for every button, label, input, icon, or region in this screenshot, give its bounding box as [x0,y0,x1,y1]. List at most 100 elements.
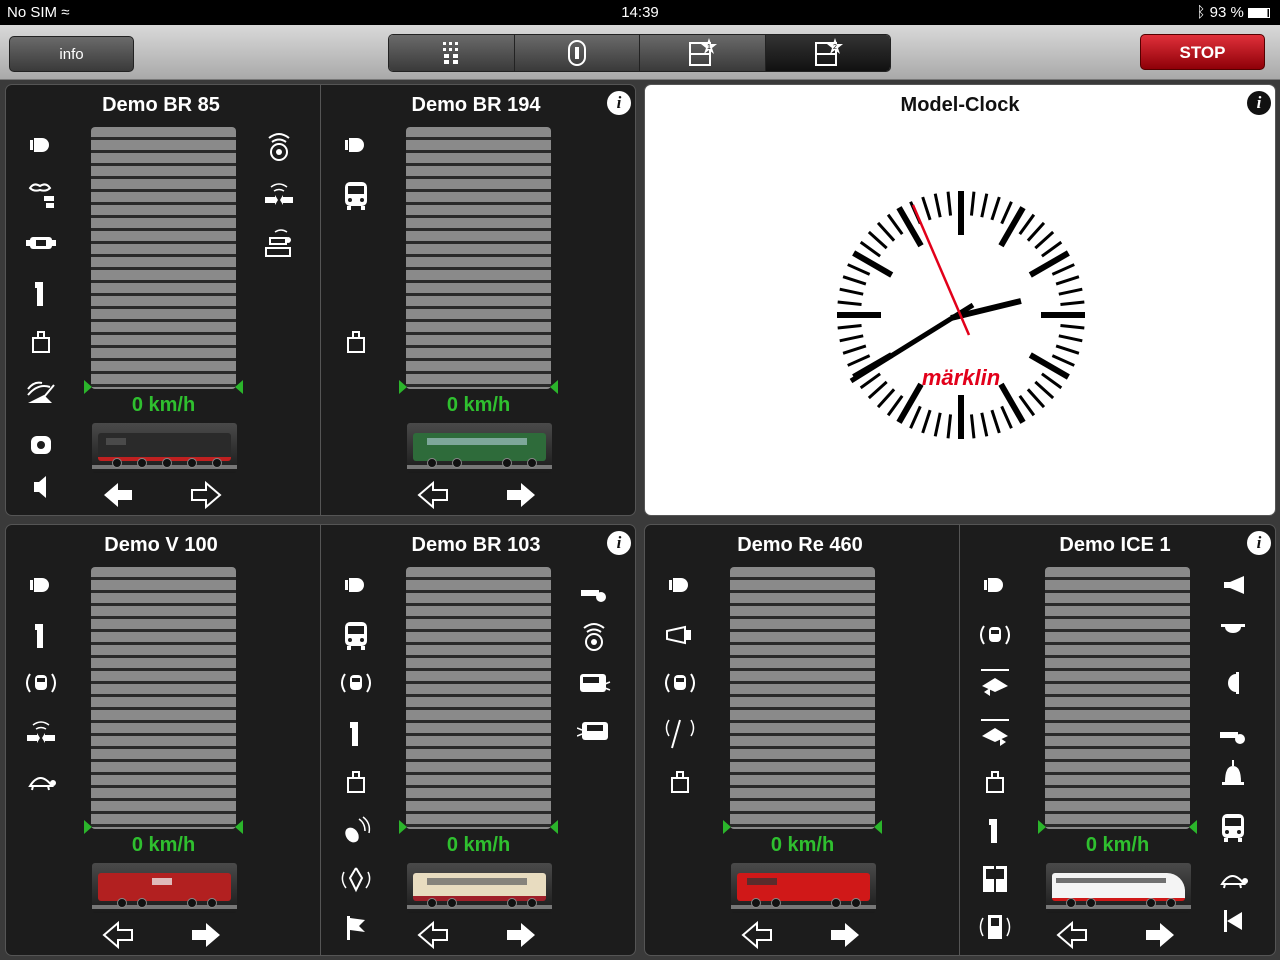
shunting-turtle-icon[interactable] [21,763,61,799]
weight-function-icon[interactable] [21,323,61,359]
loco-image[interactable] [92,863,237,913]
speed-readout: 0 km/h [1085,834,1150,856]
speed-slider[interactable] [91,127,236,389]
layout-2-view-button[interactable]: 2 [765,35,890,71]
direction-left-arrow-icon[interactable] [741,920,775,950]
weight-function-icon[interactable] [975,763,1015,799]
cab-interior-light-icon[interactable] [574,665,614,701]
speed-slider[interactable] [1045,567,1190,829]
toolbar: info 1 2 STOP [0,25,1280,80]
weight-function-icon[interactable] [336,763,376,799]
loco-image[interactable] [731,863,876,913]
direction-left-arrow-icon[interactable] [417,480,451,510]
cab-light-function-icon[interactable] [21,275,61,311]
keyboard-view-button[interactable] [389,35,515,71]
loco-window [1056,878,1166,883]
speed-min-marker [84,380,92,394]
pantograph-function-icon[interactable] [336,861,376,897]
panel-info-icon[interactable]: i [607,91,631,115]
direction-left-arrow-icon[interactable] [102,480,136,510]
cab-light-function-icon[interactable] [336,715,376,751]
direction-right-arrow-icon[interactable] [188,480,222,510]
radio-sound-function-icon[interactable] [574,617,614,653]
panel-info-icon[interactable]: i [1247,531,1271,555]
panel-info-icon[interactable]: i [1247,91,1271,115]
layout-1-view-button[interactable]: 1 [640,35,766,71]
light-function-icon[interactable] [660,567,700,603]
coupling-radio-function-icon[interactable] [21,715,61,751]
door-function-icon[interactable] [975,861,1015,897]
radio-sound-function-icon[interactable] [259,127,299,163]
side-light-function-icon[interactable] [1213,665,1253,701]
light-function-icon[interactable] [336,127,376,163]
weight-function-icon[interactable] [660,763,700,799]
speaker-function-icon[interactable] [21,469,61,505]
sound-function-icon[interactable] [21,427,61,463]
panel-info-icon[interactable]: i [607,531,631,555]
direction-right-arrow-icon[interactable] [503,480,537,510]
direction-left-arrow-icon[interactable] [1056,920,1090,950]
direction-left-arrow-icon[interactable] [102,920,136,950]
cab-light-function-icon[interactable] [975,812,1015,848]
train-front-function-icon[interactable] [336,177,376,213]
smoke-function-icon[interactable] [21,177,61,213]
minute-tick [1055,344,1080,355]
radio-train-function-icon[interactable] [336,665,376,701]
direction-right-arrow-icon[interactable] [827,920,861,950]
wheel [207,898,217,908]
speed-slider[interactable] [730,567,875,829]
cab-light-2-icon[interactable] [574,711,614,747]
direction-right-arrow-icon[interactable] [503,920,537,950]
radio-train-function-icon[interactable] [975,617,1015,653]
horn-high-function-icon[interactable] [1213,567,1253,603]
pantograph-up-icon[interactable] [975,665,1015,701]
flag-function-icon[interactable] [336,909,376,945]
wheel [527,898,537,908]
minute-tick [1041,240,1063,258]
cab-light-function-icon[interactable] [21,617,61,653]
direction-left-arrow-icon[interactable] [417,920,451,950]
loco-image[interactable] [92,423,237,473]
speed-slider[interactable] [91,567,236,829]
weight-function-icon[interactable] [336,323,376,359]
whistle-function-icon[interactable] [574,577,614,613]
loco-view-button[interactable] [514,35,640,71]
light-function-icon[interactable] [975,567,1015,603]
loco-image[interactable] [1046,863,1191,913]
train-front-function-icon[interactable] [1213,809,1253,845]
horn-function-icon[interactable] [660,617,700,653]
direction-right-arrow-icon[interactable] [1142,920,1176,950]
sanding-function-icon[interactable] [336,812,376,848]
minute-tick [1051,354,1075,367]
minute-tick [990,409,1001,434]
wheel [502,458,512,468]
coupling-radio-function-icon[interactable] [259,177,299,213]
shovel-function-icon[interactable] [21,372,61,408]
coupler-function-icon[interactable] [21,225,61,261]
radio-train-function-icon[interactable] [660,665,700,701]
loco-image[interactable] [407,863,552,913]
radio-tower-function-icon[interactable] [660,715,700,751]
speed-slider[interactable] [406,567,551,829]
door-radio-function-icon[interactable] [975,909,1015,945]
bell-function-icon[interactable] [1213,755,1253,791]
ceiling-light-function-icon[interactable] [1213,611,1253,647]
info-button[interactable]: info [9,36,134,72]
steam-radio-function-icon[interactable] [259,225,299,261]
wheel [751,898,761,908]
direction-right-arrow-icon[interactable] [188,920,222,950]
light-function-icon[interactable] [336,567,376,603]
speed-slider[interactable] [406,127,551,389]
wheel [162,458,172,468]
buffer-stop-function-icon[interactable] [1213,903,1253,939]
whistle-function-icon[interactable] [1213,719,1253,755]
train-front-function-icon[interactable] [336,617,376,653]
minute-tick [1000,405,1013,429]
light-function-icon[interactable] [21,567,61,603]
light-function-icon[interactable] [21,127,61,163]
stop-button[interactable]: STOP [1140,34,1265,70]
radio-train-function-icon[interactable] [21,665,61,701]
pantograph-down-icon[interactable] [975,715,1015,751]
loco-image[interactable] [407,423,552,473]
shunting-turtle-icon[interactable] [1213,861,1253,897]
